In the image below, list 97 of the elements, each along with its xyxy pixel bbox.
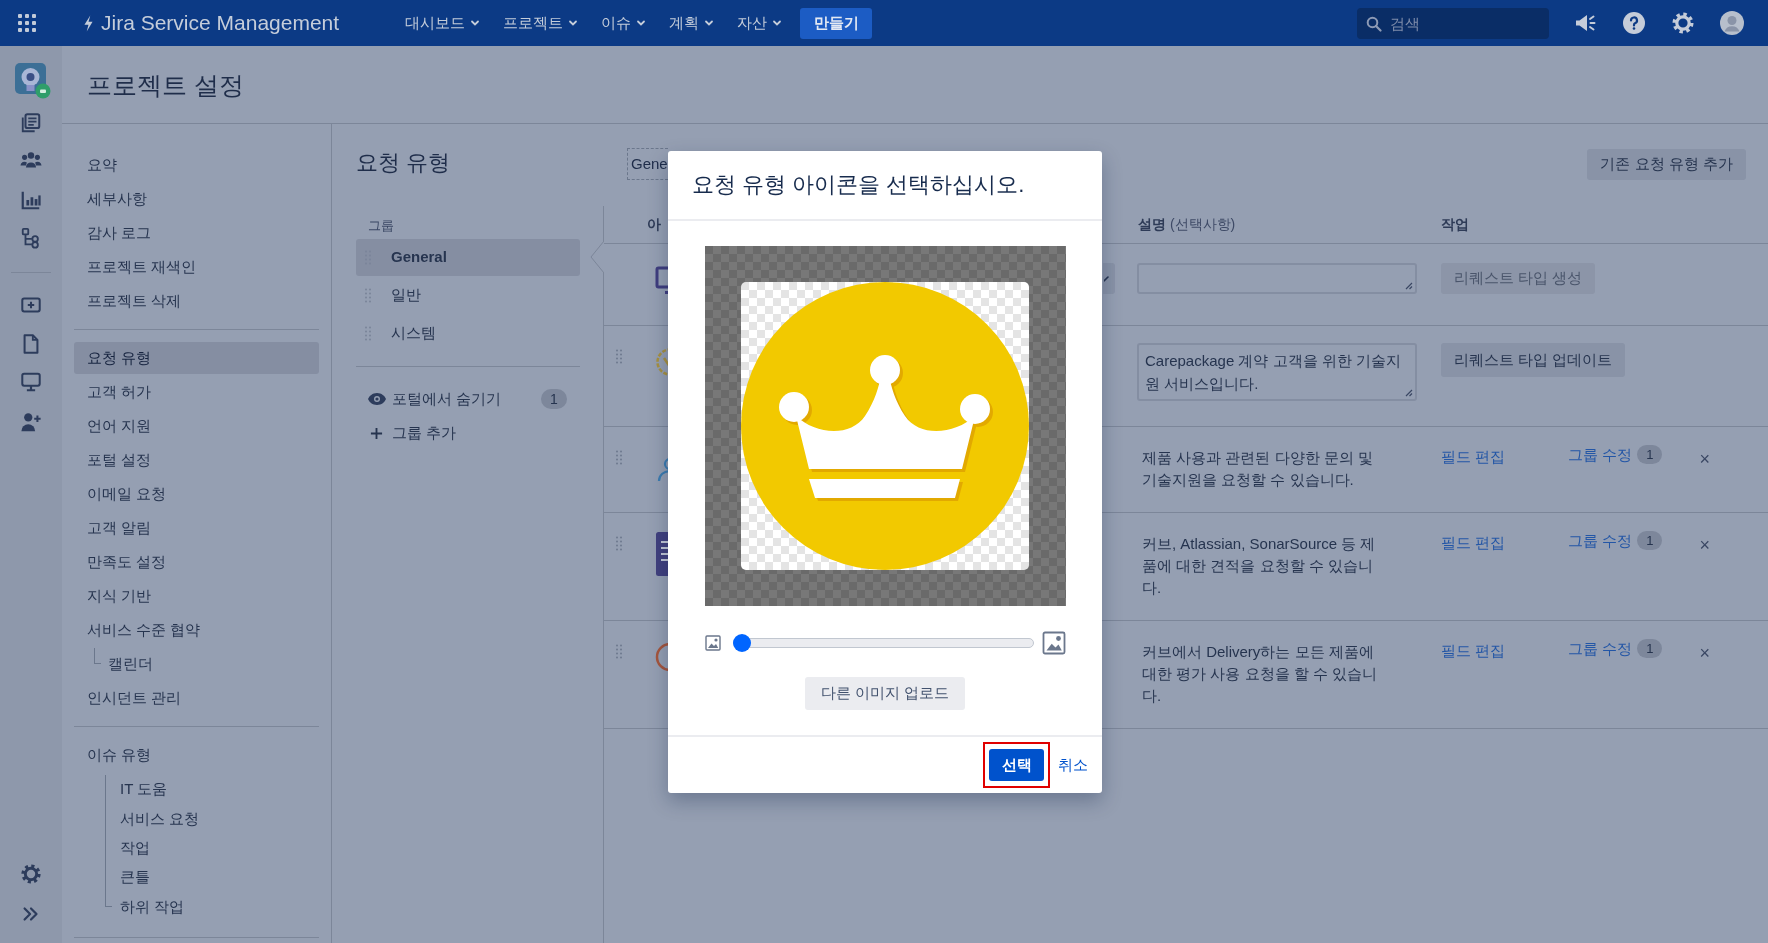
select-button[interactable]: 선택 xyxy=(989,749,1044,781)
nav-item[interactable]: 이슈 유형 xyxy=(74,739,319,771)
nav-item[interactable]: 언어 지원 xyxy=(74,410,319,442)
eye-icon xyxy=(368,393,386,405)
zoom-slider[interactable] xyxy=(733,634,1034,652)
group-item[interactable]: 시스템 xyxy=(356,315,580,352)
menu-button[interactable]: 프로젝트 xyxy=(495,7,587,39)
group-list-label: 그룹 xyxy=(367,218,395,234)
count-badge: 1 xyxy=(1637,531,1663,550)
add-existing-request-type-button[interactable]: 기존 요청 유형 추가 xyxy=(1587,149,1746,180)
column-header: 아 xyxy=(646,215,662,234)
menu-button[interactable]: 이슈 xyxy=(593,7,655,39)
resize-grip-icon[interactable] xyxy=(1403,280,1413,290)
column-header: 설명 (선택사항) xyxy=(1137,215,1237,234)
avatar-icon[interactable] xyxy=(1720,11,1744,35)
nav-item[interactable]: 감사 로그 xyxy=(74,217,319,249)
count-badge: 1 xyxy=(1637,445,1663,464)
bar-chart-icon[interactable] xyxy=(20,189,42,211)
edit-group-link[interactable]: 그룹 수정 xyxy=(1568,531,1633,551)
image-icon[interactable] xyxy=(1042,631,1066,655)
nav-item[interactable]: 서비스 수준 협약 xyxy=(74,614,319,646)
remove-button[interactable]: × xyxy=(1699,535,1710,555)
hierarchy-icon[interactable] xyxy=(20,227,42,249)
nav-item[interactable]: IT 도움 xyxy=(112,775,176,805)
nav-item[interactable]: 작업 xyxy=(112,833,158,863)
product-logo-link[interactable]: Jira Service Management xyxy=(84,7,348,39)
remove-button[interactable]: × xyxy=(1699,643,1710,663)
nav-item[interactable]: 서비스 요청 xyxy=(112,804,208,834)
group-item[interactable]: 일반 xyxy=(356,277,580,314)
nav-item[interactable]: 큰틀 xyxy=(112,862,158,893)
nav-item[interactable]: 인시던트 관리 xyxy=(74,682,319,714)
menu-button[interactable]: 자산 xyxy=(729,7,791,39)
hidden-in-portal-link[interactable]: 포털에서 숨기기 xyxy=(392,387,502,411)
description-text: 커브, Atlassian, SonarSource 등 제품에 대한 견적을 요청할 수 있습니다. xyxy=(1142,534,1377,598)
help-icon[interactable] xyxy=(1622,11,1646,35)
search-field[interactable]: 검색 xyxy=(1357,7,1549,39)
chevron-icon xyxy=(1104,275,1109,282)
nav-item[interactable]: 요약 xyxy=(74,149,319,181)
drag-handle-icon[interactable] xyxy=(616,450,622,466)
edit-group-link[interactable]: 그룹 수정 xyxy=(1568,639,1633,659)
description-text: 제품 사용과 관련된 다양한 문의 및 기술지원을 요청할 수 있습니다. xyxy=(1142,448,1374,490)
drag-handle-icon[interactable] xyxy=(616,536,622,552)
drag-handle-icon[interactable] xyxy=(365,287,371,304)
drag-handle-icon[interactable] xyxy=(616,644,622,660)
nav-item[interactable]: 지식 기반 xyxy=(74,580,319,612)
nav-item[interactable]: 고객 알림 xyxy=(74,512,319,544)
document-list-icon[interactable] xyxy=(20,112,42,134)
menu-button[interactable]: 대시보드 xyxy=(397,7,489,39)
nav-item[interactable]: 프로젝트 재색인 xyxy=(74,251,319,283)
nav-item[interactable]: 이메일 요청 xyxy=(74,478,319,510)
description-field[interactable]: Carepackage 계약 고객을 위한 기술지원 서비스입니다. xyxy=(1137,343,1417,401)
create-button[interactable]: 만들기 xyxy=(800,7,872,39)
nav-item[interactable]: 포털 설정 xyxy=(74,444,319,476)
seal-icon xyxy=(655,347,669,377)
dialog-title: 요청 유형 아이콘을 선택하십시오. xyxy=(692,171,1025,199)
nav-item[interactable]: 고객 허가 xyxy=(74,376,319,408)
monitor-icon[interactable] xyxy=(20,371,42,393)
project-avatar-icon[interactable] xyxy=(15,63,51,99)
dropdown-field[interactable] xyxy=(1103,263,1115,294)
search-icon xyxy=(1366,15,1382,32)
nav-item[interactable]: 세부사항 xyxy=(74,183,319,215)
cancel-link[interactable]: 취소 xyxy=(1058,753,1088,777)
drag-handle-icon[interactable] xyxy=(616,349,622,365)
page-title: 프로젝트 설정 xyxy=(87,69,244,101)
description-text: 커브에서 Delivery하는 모든 제품에 대한 평가 사용 요청을 할 수 있습니다. xyxy=(1142,642,1378,706)
column-header: 작업 xyxy=(1441,215,1470,234)
create-request-type-button: 리퀘스트 타입 생성 xyxy=(1441,263,1596,294)
settings-icon[interactable] xyxy=(20,863,42,885)
description-field[interactable] xyxy=(1137,263,1417,294)
edit-group-link[interactable]: 그룹 수정 xyxy=(1568,445,1633,465)
nav-item[interactable]: 요청 유형 xyxy=(74,342,319,374)
count-badge: 1 xyxy=(541,389,567,409)
nav-item[interactable]: 하위 작업 xyxy=(112,892,193,922)
remove-button[interactable]: × xyxy=(1699,449,1710,469)
add-person-icon[interactable] xyxy=(20,411,42,433)
edit-fields-link[interactable]: 필드 편집 xyxy=(1441,448,1506,465)
nav-item[interactable]: 캘린더 xyxy=(101,648,160,680)
edit-fields-link[interactable]: 필드 편집 xyxy=(1441,642,1506,659)
drag-handle-icon[interactable] xyxy=(365,325,371,342)
plus-icon xyxy=(370,426,383,440)
monitor-icon xyxy=(655,265,669,295)
crop-area[interactable] xyxy=(705,246,1066,606)
nav-item[interactable]: 만족도 설정 xyxy=(74,546,319,578)
image-icon[interactable] xyxy=(705,635,721,651)
edit-fields-link[interactable]: 필드 편집 xyxy=(1441,534,1506,551)
upload-image-button[interactable]: 다른 이미지 업로드 xyxy=(805,677,965,710)
lightning-icon xyxy=(84,14,93,32)
section-title: 요청 유형 xyxy=(356,149,452,177)
group-item[interactable]: General xyxy=(356,239,580,276)
slider-thumb[interactable] xyxy=(733,634,751,652)
add-group-button[interactable]: 그룹 추가 xyxy=(356,418,457,448)
menu-button[interactable]: 계획 xyxy=(661,7,723,39)
update-request-type-button[interactable]: 리퀘스트 타입 업데이트 xyxy=(1441,343,1626,377)
resize-grip-icon[interactable] xyxy=(1403,387,1413,397)
count-badge: 1 xyxy=(1637,639,1663,658)
nav-item[interactable]: 프로젝트 삭제 xyxy=(74,285,319,317)
app-grid-icon[interactable] xyxy=(17,13,37,33)
